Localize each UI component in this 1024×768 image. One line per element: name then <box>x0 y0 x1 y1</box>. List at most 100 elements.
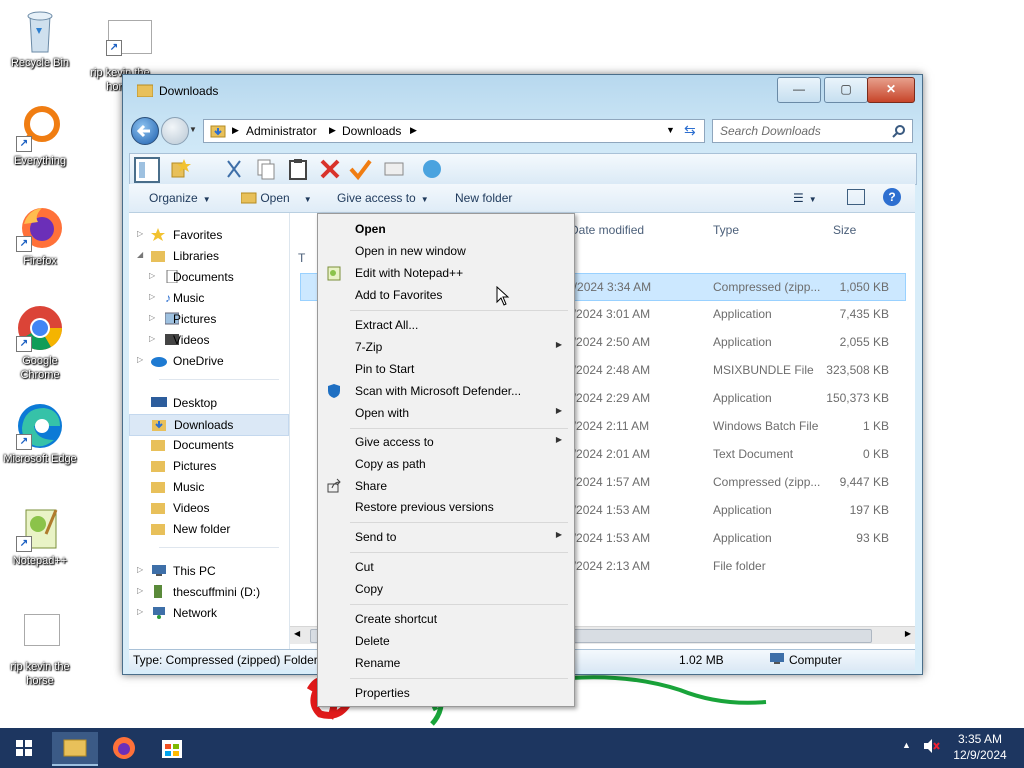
address-dropdown-icon[interactable]: ▼ <box>666 125 675 135</box>
nav-item-downloads[interactable]: Downloads <box>129 414 289 436</box>
menu-item-edit-notepadpp[interactable]: Edit with Notepad++ <box>320 262 570 284</box>
menu-item-share[interactable]: Share <box>320 475 570 497</box>
menu-item-copy-path[interactable]: Copy as path <box>320 453 570 475</box>
taskbar-file-explorer[interactable] <box>52 732 98 766</box>
maximize-button[interactable]: ▢ <box>824 77 868 103</box>
menu-item-rename[interactable]: Rename <box>320 652 570 674</box>
back-button[interactable] <box>131 117 159 145</box>
nav-item-desktop[interactable]: Desktop <box>129 393 287 413</box>
menu-item-scan-defender[interactable]: Scan with Microsoft Defender... <box>320 380 570 402</box>
cloud-icon <box>151 354 167 367</box>
desktop-icon-recycle-bin[interactable]: Recycle Bin <box>2 6 78 70</box>
menu-item-open-with[interactable]: Open with ▶ <box>320 402 570 424</box>
desktop-icon-chrome[interactable]: ↗ Google Chrome <box>2 304 78 382</box>
nav-item-lib-videos[interactable]: ▷ Videos <box>129 330 287 350</box>
start-button[interactable] <box>4 732 44 764</box>
recent-pages-dropdown[interactable]: ▼ <box>189 125 197 134</box>
desktop-icon-rip-kevin-2[interactable]: rip kevin the horse <box>2 610 78 688</box>
open-button[interactable]: Open ▼ <box>240 191 312 205</box>
expand-arrow-icon[interactable]: ▷ <box>149 292 155 301</box>
shell-icon[interactable] <box>420 157 444 181</box>
close-button[interactable]: ✕ <box>867 77 915 103</box>
volume-muted-icon[interactable] <box>922 738 940 757</box>
expand-arrow-icon[interactable]: ▷ <box>137 586 143 595</box>
collapse-arrow-icon[interactable]: ◢ <box>137 250 143 259</box>
nav-item-label: thescuffmini (D:) <box>173 585 261 599</box>
menu-item-open[interactable]: Open <box>320 218 570 240</box>
search-box[interactable]: Search Downloads <box>712 119 913 143</box>
forward-button[interactable] <box>161 117 189 145</box>
column-type[interactable]: Type <box>713 223 739 237</box>
organize-button[interactable]: Organize ▼ <box>149 191 211 205</box>
preview-pane-button[interactable] <box>847 189 865 205</box>
refresh-icon[interactable]: ⇆ <box>684 122 696 139</box>
cut-icon[interactable] <box>222 157 246 181</box>
layout-pane-button[interactable] <box>134 157 160 183</box>
expand-arrow-icon[interactable]: ▷ <box>149 334 155 343</box>
nav-item-videos[interactable]: Videos <box>129 498 287 518</box>
favorites-folder-icon[interactable] <box>168 157 192 181</box>
title-bar[interactable]: Downloads — ▢ ✕ <box>123 75 922 107</box>
nav-item-lib-music[interactable]: ▷ ♪ Music <box>129 288 287 308</box>
menu-item-send-to[interactable]: Send to ▶ <box>320 526 570 548</box>
desktop-icon-everything[interactable]: ↗ Everything <box>2 104 78 168</box>
help-button[interactable]: ? <box>883 188 901 206</box>
address-bar[interactable]: ▶ Administrator ▶ Downloads ▶ ▼ ⇆ <box>203 119 705 143</box>
menu-item-open-new-window[interactable]: Open in new window <box>320 240 570 262</box>
desktop-icon-notepadpp[interactable]: ↗ Notepad++ <box>2 504 78 568</box>
column-date-modified[interactable]: Date modified <box>570 223 644 237</box>
menu-item-7zip[interactable]: 7-Zip ▶ <box>320 336 570 358</box>
expand-arrow-icon[interactable]: ▷ <box>149 271 155 280</box>
nav-item-documents[interactable]: Documents <box>129 435 287 455</box>
column-size[interactable]: Size <box>833 223 856 237</box>
nav-item-pictures[interactable]: Pictures <box>129 456 287 476</box>
expand-arrow-icon[interactable]: ▷ <box>149 313 155 322</box>
minimize-button[interactable]: — <box>777 77 821 103</box>
paste-icon[interactable] <box>286 157 310 181</box>
clock[interactable]: 3:35 AM 12/9/2024 <box>952 732 1008 762</box>
taskbar-firefox[interactable] <box>104 732 144 764</box>
nav-item-onedrive[interactable]: ▷ OneDrive <box>129 351 287 371</box>
new-folder-button[interactable]: New folder <box>455 191 512 205</box>
rename-icon[interactable] <box>382 157 406 181</box>
nav-item-libraries[interactable]: ◢ Libraries <box>129 246 287 266</box>
nav-item-this-pc[interactable]: ▷ This PC <box>129 561 287 581</box>
menu-item-label: Send to <box>355 530 397 544</box>
copy-icon[interactable] <box>254 157 278 181</box>
view-options-button[interactable]: ☰ ▼ <box>793 191 817 205</box>
menu-item-give-access[interactable]: Give access to ▶ <box>320 431 570 453</box>
desktop-icon-edge[interactable]: ↗ Microsoft Edge <box>2 402 78 466</box>
scroll-right-icon[interactable]: ▶ <box>905 629 911 638</box>
nav-item-lib-pictures[interactable]: ▷ Pictures <box>129 309 287 329</box>
expand-arrow-icon[interactable]: ▷ <box>137 607 143 616</box>
nav-item-drive-d[interactable]: ▷ thescuffmini (D:) <box>129 582 287 602</box>
menu-item-properties[interactable]: Properties <box>320 682 570 704</box>
menu-item-cut[interactable]: Cut <box>320 556 570 578</box>
checkmark-icon[interactable] <box>348 157 372 181</box>
delete-icon[interactable] <box>318 157 342 181</box>
menu-item-add-favorites[interactable]: Add to Favorites <box>320 284 570 306</box>
nav-item-network[interactable]: ▷ Network <box>129 603 287 623</box>
menu-item-extract-all[interactable]: Extract All... <box>320 314 570 336</box>
expand-arrow-icon[interactable]: ▷ <box>137 229 143 238</box>
nav-item-favorites[interactable]: ▷ Favorites <box>129 225 287 245</box>
scroll-left-icon[interactable]: ◀ <box>294 629 300 638</box>
menu-item-restore-versions[interactable]: Restore previous versions <box>320 496 570 518</box>
tray-overflow-icon[interactable]: ▲ <box>902 740 911 750</box>
breadcrumb-administrator[interactable]: Administrator <box>246 124 317 138</box>
give-access-button[interactable]: Give access to ▼ <box>337 191 429 205</box>
menu-item-create-shortcut[interactable]: Create shortcut <box>320 608 570 630</box>
menu-item-copy[interactable]: Copy <box>320 578 570 600</box>
search-icon[interactable] <box>892 124 906 138</box>
nav-item-new-folder[interactable]: New folder <box>129 519 287 539</box>
breadcrumb-downloads[interactable]: Downloads <box>342 124 401 138</box>
expand-arrow-icon[interactable]: ▷ <box>137 565 143 574</box>
nav-item-lib-documents[interactable]: ▷ Documents <box>129 267 287 287</box>
desktop-icon-firefox[interactable]: ↗ Firefox <box>2 204 78 268</box>
file-type: MSIXBUNDLE File <box>713 363 814 377</box>
menu-item-delete[interactable]: Delete <box>320 630 570 652</box>
expand-arrow-icon[interactable]: ▷ <box>137 355 143 364</box>
menu-item-pin-start[interactable]: Pin to Start <box>320 358 570 380</box>
taskbar-store[interactable] <box>152 732 192 764</box>
nav-item-music[interactable]: Music <box>129 477 287 497</box>
